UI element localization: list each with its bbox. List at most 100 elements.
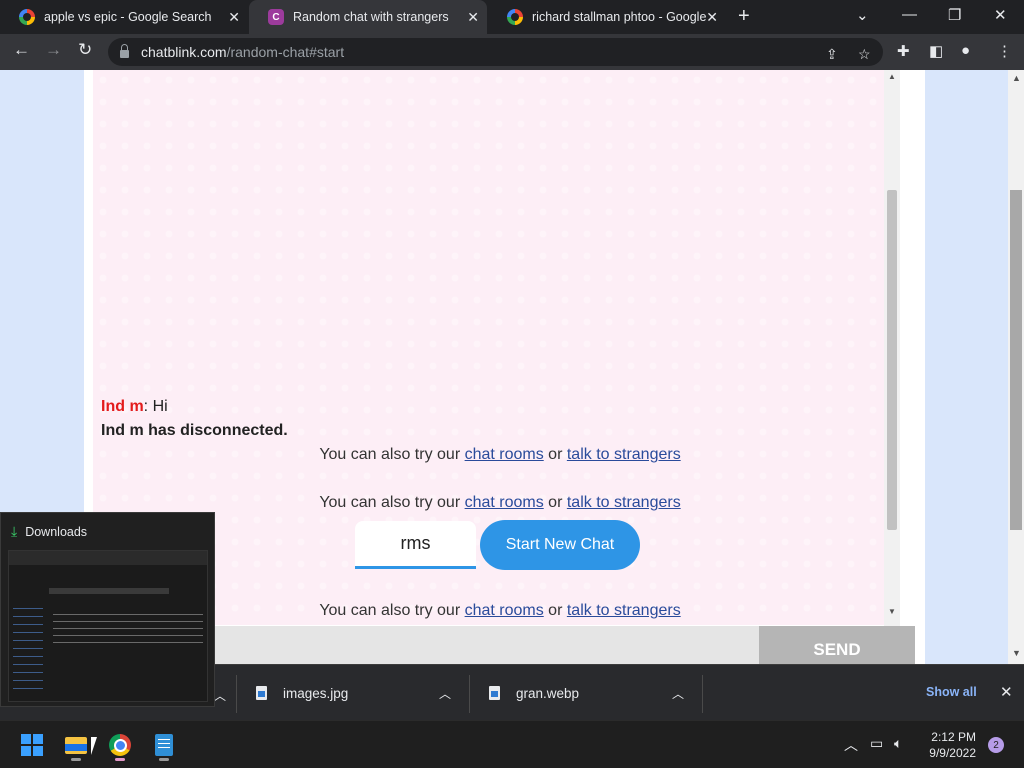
chevron-up-icon[interactable]: ︿ bbox=[439, 685, 451, 702]
thumbnail-file-list bbox=[53, 611, 203, 647]
thumbnail-sidebar bbox=[13, 603, 43, 693]
chrome-icon bbox=[109, 734, 131, 756]
chat-scroll-thumb[interactable] bbox=[887, 190, 897, 530]
tab-title: Random chat with strangers bbox=[293, 10, 449, 24]
volume-icon[interactable]: 🔈︎ bbox=[894, 735, 902, 752]
google-icon bbox=[507, 9, 523, 25]
share-icon[interactable]: ⇪ bbox=[826, 46, 838, 63]
taskbar: ︿ ▭ 🔈︎ 2:12 PM 9/9/2022 2 bbox=[0, 720, 1024, 768]
tab-stallman-photo[interactable]: richard stallman phtoo - Google ✕ bbox=[488, 0, 726, 34]
divider bbox=[702, 675, 703, 713]
chat-rooms-link[interactable]: chat rooms bbox=[465, 446, 544, 463]
windows-logo-icon bbox=[21, 734, 43, 756]
profile-icon[interactable]: ● bbox=[961, 42, 970, 59]
scroll-up-icon[interactable]: ▲ bbox=[888, 72, 896, 81]
running-indicator bbox=[115, 758, 125, 761]
chat-scrollbar[interactable]: ▲ ▼ bbox=[884, 70, 900, 664]
tray-overflow-chevron-icon[interactable]: ︿ bbox=[844, 735, 858, 755]
talk-to-strangers-link[interactable]: talk to strangers bbox=[567, 494, 681, 511]
address-bar[interactable]: chatblink.com/random-chat#start ⇪ ☆ bbox=[108, 38, 883, 66]
new-tab-icon[interactable]: + bbox=[738, 5, 750, 28]
running-indicator bbox=[159, 758, 169, 761]
tab-random-chat[interactable]: C Random chat with strangers ✕ bbox=[249, 0, 487, 34]
system-clock[interactable]: 2:12 PM 9/9/2022 bbox=[922, 729, 976, 761]
chat-message: Ind m: Hi bbox=[101, 398, 168, 416]
menu-kebab-icon[interactable]: ⋮ bbox=[997, 42, 1012, 60]
preview-title: Downloads bbox=[25, 524, 88, 539]
hint-text: or bbox=[543, 494, 567, 511]
message-text: : Hi bbox=[143, 398, 168, 415]
tab-strip: apple vs epic - Google Search ✕ C Random… bbox=[0, 0, 1024, 34]
bookmark-star-icon[interactable]: ☆ bbox=[858, 46, 871, 63]
sender-name: Ind m bbox=[101, 398, 144, 415]
network-icon[interactable]: ▭ bbox=[870, 735, 883, 752]
tab-google-search[interactable]: apple vs epic - Google Search ✕ bbox=[0, 0, 248, 34]
window-thumbnail[interactable] bbox=[8, 550, 208, 702]
chevron-up-icon[interactable]: ︿ bbox=[672, 685, 684, 702]
image-file-icon bbox=[256, 686, 267, 700]
download-item[interactable]: images.jpg ︿ bbox=[256, 665, 468, 721]
restore-icon[interactable]: ❐ bbox=[948, 6, 961, 24]
hint-text: You can also try our bbox=[319, 494, 465, 511]
hint-text: or bbox=[543, 446, 567, 463]
close-shelf-icon[interactable]: ✕ bbox=[1000, 683, 1013, 701]
show-all-downloads-link[interactable]: Show all bbox=[926, 685, 977, 699]
running-indicator bbox=[71, 758, 81, 761]
download-arrow-icon: ⤓ bbox=[11, 523, 18, 539]
talk-to-strangers-link[interactable]: talk to strangers bbox=[567, 446, 681, 463]
hint-text: You can also try our bbox=[319, 446, 465, 463]
minimize-icon[interactable]: — bbox=[902, 6, 917, 23]
notepad-icon bbox=[155, 734, 173, 756]
extensions-icon[interactable]: ✚ bbox=[897, 42, 910, 60]
tab-title: richard stallman phtoo - Google bbox=[532, 10, 707, 24]
scroll-up-icon[interactable]: ▲ bbox=[1012, 73, 1021, 83]
chrome-taskbar-button[interactable] bbox=[102, 727, 138, 763]
scroll-down-icon[interactable]: ▼ bbox=[1012, 648, 1021, 658]
chatblink-icon: C bbox=[268, 9, 284, 25]
file-explorer-button[interactable] bbox=[58, 727, 94, 763]
hint-text: or bbox=[543, 602, 567, 619]
close-window-icon[interactable]: ✕ bbox=[994, 6, 1007, 24]
download-filename: images.jpg bbox=[283, 685, 349, 701]
send-button[interactable]: SEND bbox=[759, 626, 915, 664]
browser-toolbar: ← → ↻ chatblink.com/random-chat#start ⇪ … bbox=[0, 34, 1024, 70]
thumbnail-titlebar bbox=[9, 551, 207, 565]
mouse-cursor-icon bbox=[91, 737, 97, 755]
talk-to-strangers-link[interactable]: talk to strangers bbox=[567, 602, 681, 619]
preview-header: ⤓ Downloads bbox=[11, 523, 87, 540]
alt-options-hint: You can also try our chat rooms or talk … bbox=[84, 494, 916, 512]
tab-search-chevron-icon[interactable]: ⌄ bbox=[856, 6, 869, 24]
url-path: /random-chat#start bbox=[226, 44, 345, 60]
page-scroll-thumb[interactable] bbox=[1010, 190, 1022, 530]
notification-badge[interactable]: 2 bbox=[988, 737, 1004, 753]
downloads-window-preview[interactable]: ⤓ Downloads bbox=[0, 512, 215, 707]
divider bbox=[236, 675, 237, 713]
notepad-taskbar-button[interactable] bbox=[146, 727, 182, 763]
download-filename: gran.webp bbox=[516, 685, 580, 701]
chevron-up-icon[interactable]: ︿ bbox=[214, 687, 226, 704]
divider bbox=[469, 675, 470, 713]
close-tab-icon[interactable]: ✕ bbox=[467, 9, 479, 26]
image-file-icon bbox=[489, 686, 500, 700]
side-panel-icon[interactable]: ◧ bbox=[929, 42, 943, 60]
close-tab-icon[interactable]: ✕ bbox=[706, 9, 718, 26]
thumbnail-address bbox=[49, 588, 169, 594]
clock-time: 2:12 PM bbox=[931, 730, 976, 744]
clock-date: 9/9/2022 bbox=[929, 746, 976, 760]
folder-icon bbox=[65, 736, 87, 754]
download-item[interactable]: gran.webp ︿ bbox=[489, 665, 701, 721]
forward-icon[interactable]: → bbox=[45, 40, 62, 60]
chat-rooms-link[interactable]: chat rooms bbox=[465, 602, 544, 619]
hint-text: You can also try our bbox=[319, 602, 465, 619]
close-tab-icon[interactable]: ✕ bbox=[228, 9, 240, 26]
chat-rooms-link[interactable]: chat rooms bbox=[465, 494, 544, 511]
lock-icon[interactable] bbox=[120, 44, 129, 58]
reload-icon[interactable]: ↻ bbox=[78, 40, 92, 60]
start-button[interactable] bbox=[14, 727, 50, 763]
back-icon[interactable]: ← bbox=[13, 40, 30, 60]
page-scrollbar[interactable]: ▲ ▼ bbox=[1008, 70, 1024, 664]
nickname-input[interactable]: rms bbox=[355, 521, 476, 569]
tab-title: apple vs epic - Google Search bbox=[44, 10, 212, 24]
start-new-chat-button[interactable]: Start New Chat bbox=[480, 520, 640, 570]
google-icon bbox=[19, 9, 35, 25]
